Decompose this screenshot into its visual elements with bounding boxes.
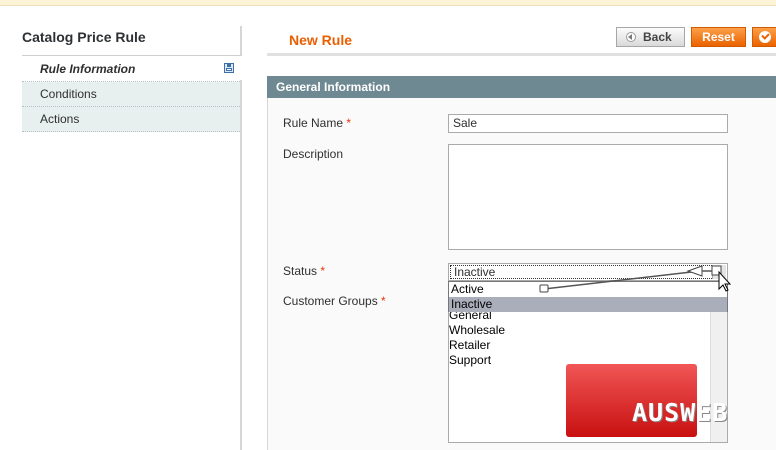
mouse-cursor-icon (718, 270, 732, 292)
watermark-text: AUSWEB (632, 398, 729, 427)
annotation-arrow (539, 265, 722, 293)
